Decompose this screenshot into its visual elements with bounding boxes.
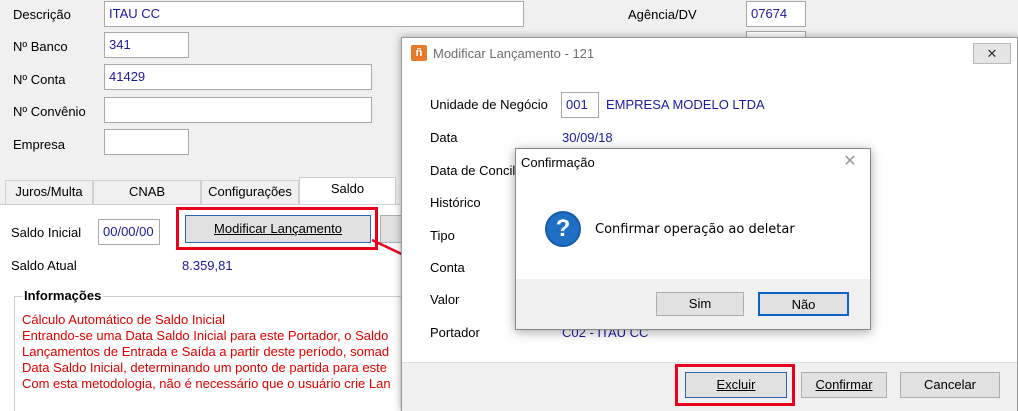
info-title: Informações [22,288,104,303]
agencia-field[interactable]: 07674 [746,1,806,27]
saldo-atual-value: 8.359,81 [182,258,233,273]
close-button[interactable]: ✕ [973,43,1011,64]
cancelar-label: Cancelar [923,377,977,392]
convenio-label: Nº Convênio [13,104,86,119]
confirmacao-message: Confirmar operação ao deletar [595,222,795,237]
confirmacao-title: Confirmação [521,155,595,170]
descricao-field[interactable]: ITAU CC [104,1,524,27]
tab-configuracoes[interactable]: Configurações [201,180,299,204]
saldo-inicial-field[interactable]: 00/00/00 [98,219,160,245]
convenio-field[interactable] [104,97,372,123]
sim-label: Sim [688,296,712,311]
portador-label: Portador [430,325,480,340]
nao-label: Não [791,297,816,312]
info-line: Entrando-se uma Data Saldo Inicial para … [22,328,389,343]
banco-field[interactable]: 341 [104,32,189,58]
conta-label: Nº Conta [13,72,66,87]
saldo-inicial-label: Saldo Inicial [11,225,82,240]
descricao-label: Descrição [13,7,71,22]
conta-label: Conta [430,260,465,275]
close-icon: ✕ [843,153,857,170]
tab-juros-multa[interactable]: Juros/Multa [5,180,93,204]
question-icon: ? [545,211,581,247]
saldo-atual-label: Saldo Atual [11,258,77,273]
dialog-title: Modificar Lançamento - 121 [433,46,595,61]
confirmar-button[interactable]: Confirmar [801,372,887,398]
empresa-field[interactable] [104,129,189,155]
unidade-label: Unidade de Negócio [430,97,548,112]
highlight-excluir [675,364,795,406]
unidade-code-field[interactable]: 001 [561,92,599,118]
data-conciliacao-label: Data de Concil [430,163,516,178]
info-line: Com esta metodologia, não é necessário q… [22,376,391,391]
confirmar-label: Confirmar [815,377,873,392]
nao-button[interactable]: Não [758,292,849,316]
unidade-name: EMPRESA MODELO LTDA [606,97,765,112]
historico-label: Histórico [430,195,481,210]
close-icon: ✕ [986,46,998,61]
tipo-label: Tipo [430,228,455,243]
data-value: 30/09/18 [562,130,613,145]
tab-saldo[interactable]: Saldo [299,177,396,205]
info-line: Cálculo Automático de Saldo Inicial [22,312,226,327]
empresa-label: Empresa [13,137,66,152]
sim-button[interactable]: Sim [656,292,744,316]
tab-cnab[interactable]: CNAB [93,180,201,204]
valor-label: Valor [430,292,460,307]
highlight-modificar [176,207,378,250]
info-line: Data Saldo Inicial, determinando um pont… [22,360,387,375]
info-line: Lançamentos de Entrada e Saída a partir … [22,344,390,359]
banco-label: Nº Banco [13,39,68,54]
app-icon: ñ [411,45,427,61]
confirm-close-button[interactable]: ✕ [841,153,859,171]
data-label: Data [430,130,458,145]
agencia-label: Agência/DV [628,7,697,22]
conta-field[interactable]: 41429 [104,64,372,90]
cancelar-button[interactable]: Cancelar [900,372,1000,398]
